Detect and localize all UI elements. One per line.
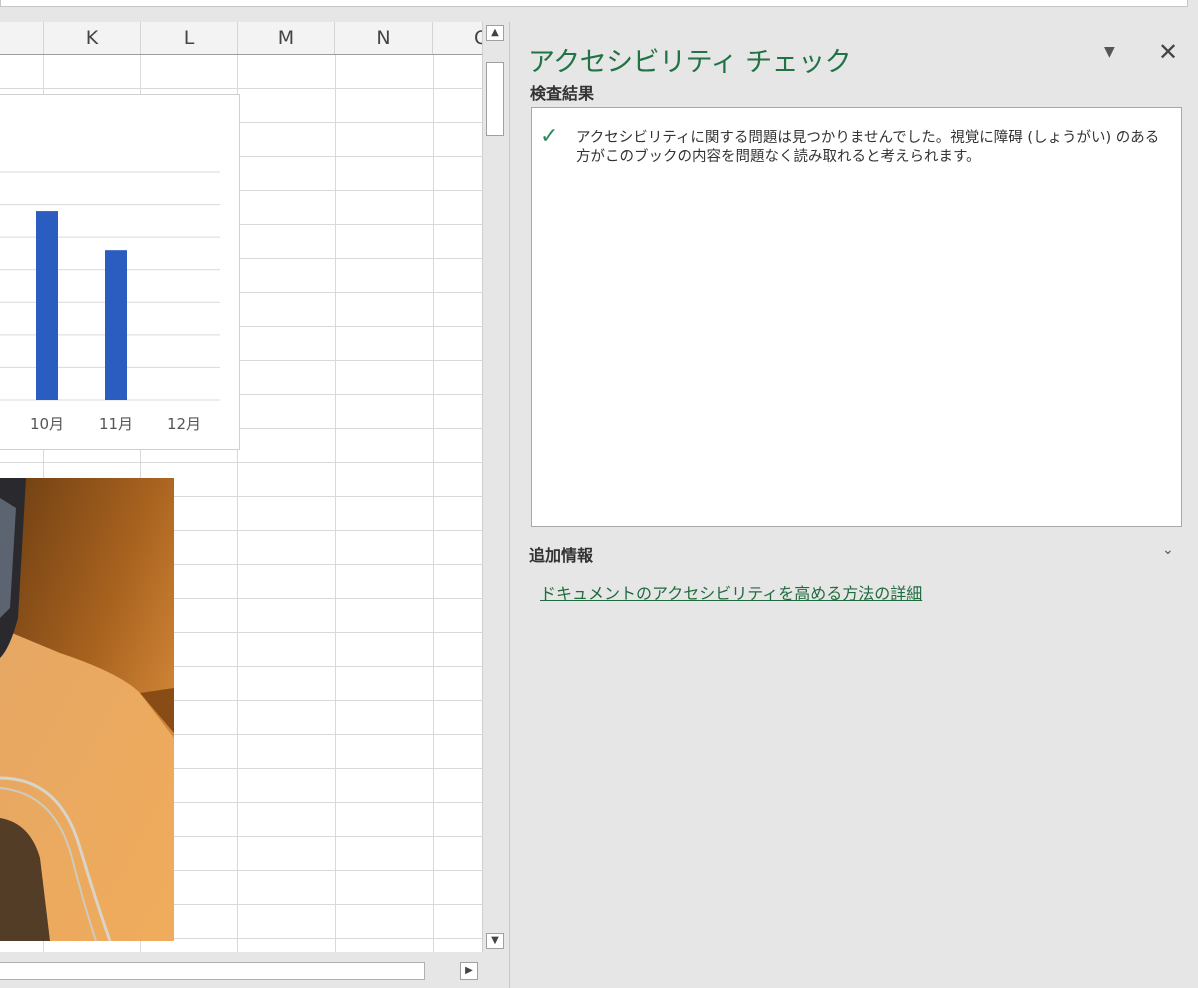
embedded-photo[interactable] (0, 478, 174, 941)
column-header-l[interactable]: L (141, 22, 238, 54)
formula-bar-edge (0, 0, 1188, 7)
chart-x-tick-label: 12月 (167, 415, 201, 433)
gridline-row (0, 88, 482, 89)
vertical-scrollbar[interactable]: ▲ ▼ (482, 22, 507, 952)
gridline-column (335, 54, 336, 952)
scroll-up-button[interactable]: ▲ (486, 25, 504, 41)
chart-plot: 10月 11月 12月 (0, 171, 220, 433)
close-icon[interactable]: ✕ (1158, 38, 1178, 66)
column-header-m[interactable]: M (238, 22, 335, 54)
gridline-row (0, 462, 482, 463)
results-list[interactable] (531, 107, 1182, 527)
chart-bar[interactable] (105, 250, 127, 400)
results-heading: 検査結果 (530, 84, 595, 103)
column-header-partial[interactable] (0, 22, 44, 54)
gridline-column (433, 54, 434, 952)
checkmark-icon: ✓ (540, 124, 559, 149)
scroll-down-button[interactable]: ▼ (486, 933, 504, 949)
column-header-k[interactable]: K (44, 22, 141, 54)
column-header-n[interactable]: N (335, 22, 433, 54)
chart-x-tick-label: 10月 (30, 415, 64, 433)
column-header-o[interactable]: O (433, 22, 482, 54)
pane-divider[interactable] (509, 22, 510, 988)
horizontal-scrollbar-area (0, 952, 482, 988)
pane-title: アクセシビリティ チェック (528, 47, 852, 78)
bar-chart[interactable]: 10月 11月 12月 (0, 94, 240, 450)
horizontal-scroll-thumb[interactable] (0, 962, 425, 980)
photo-image (0, 478, 174, 941)
chart-x-tick-label: 11月 (99, 415, 133, 433)
scroll-right-button[interactable]: ▶ (460, 962, 478, 980)
chart-bar[interactable] (36, 211, 58, 400)
column-headers: K L M N O (0, 22, 482, 55)
top-border-bar (0, 0, 1198, 8)
chevron-down-icon[interactable]: ⌄ (1162, 542, 1174, 558)
additional-info-heading[interactable]: 追加情報 (529, 542, 593, 566)
accessibility-help-link[interactable]: ドキュメントのアクセシビリティを高める方法の詳細 (540, 580, 922, 604)
pane-options-dropdown-icon[interactable]: ▼ (1104, 44, 1115, 60)
vertical-scroll-thumb[interactable] (486, 62, 504, 136)
result-message: アクセシビリティに関する問題は見つかりませんでした。視覚に障碍 (しょうがい) … (576, 130, 1160, 165)
